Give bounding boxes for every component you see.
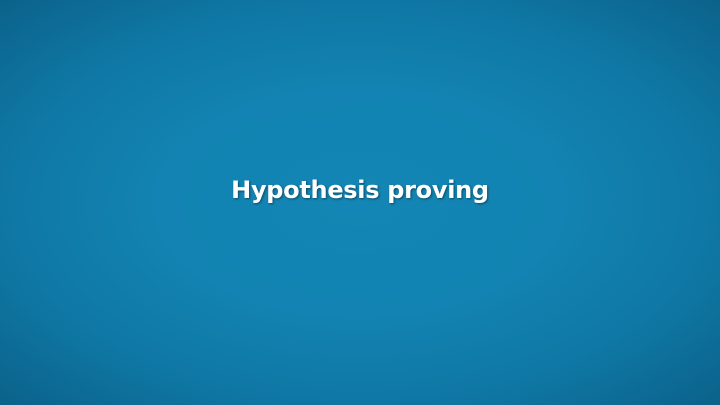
slide-title: Hypothesis proving	[231, 176, 489, 204]
slide: Hypothesis proving	[0, 0, 720, 405]
